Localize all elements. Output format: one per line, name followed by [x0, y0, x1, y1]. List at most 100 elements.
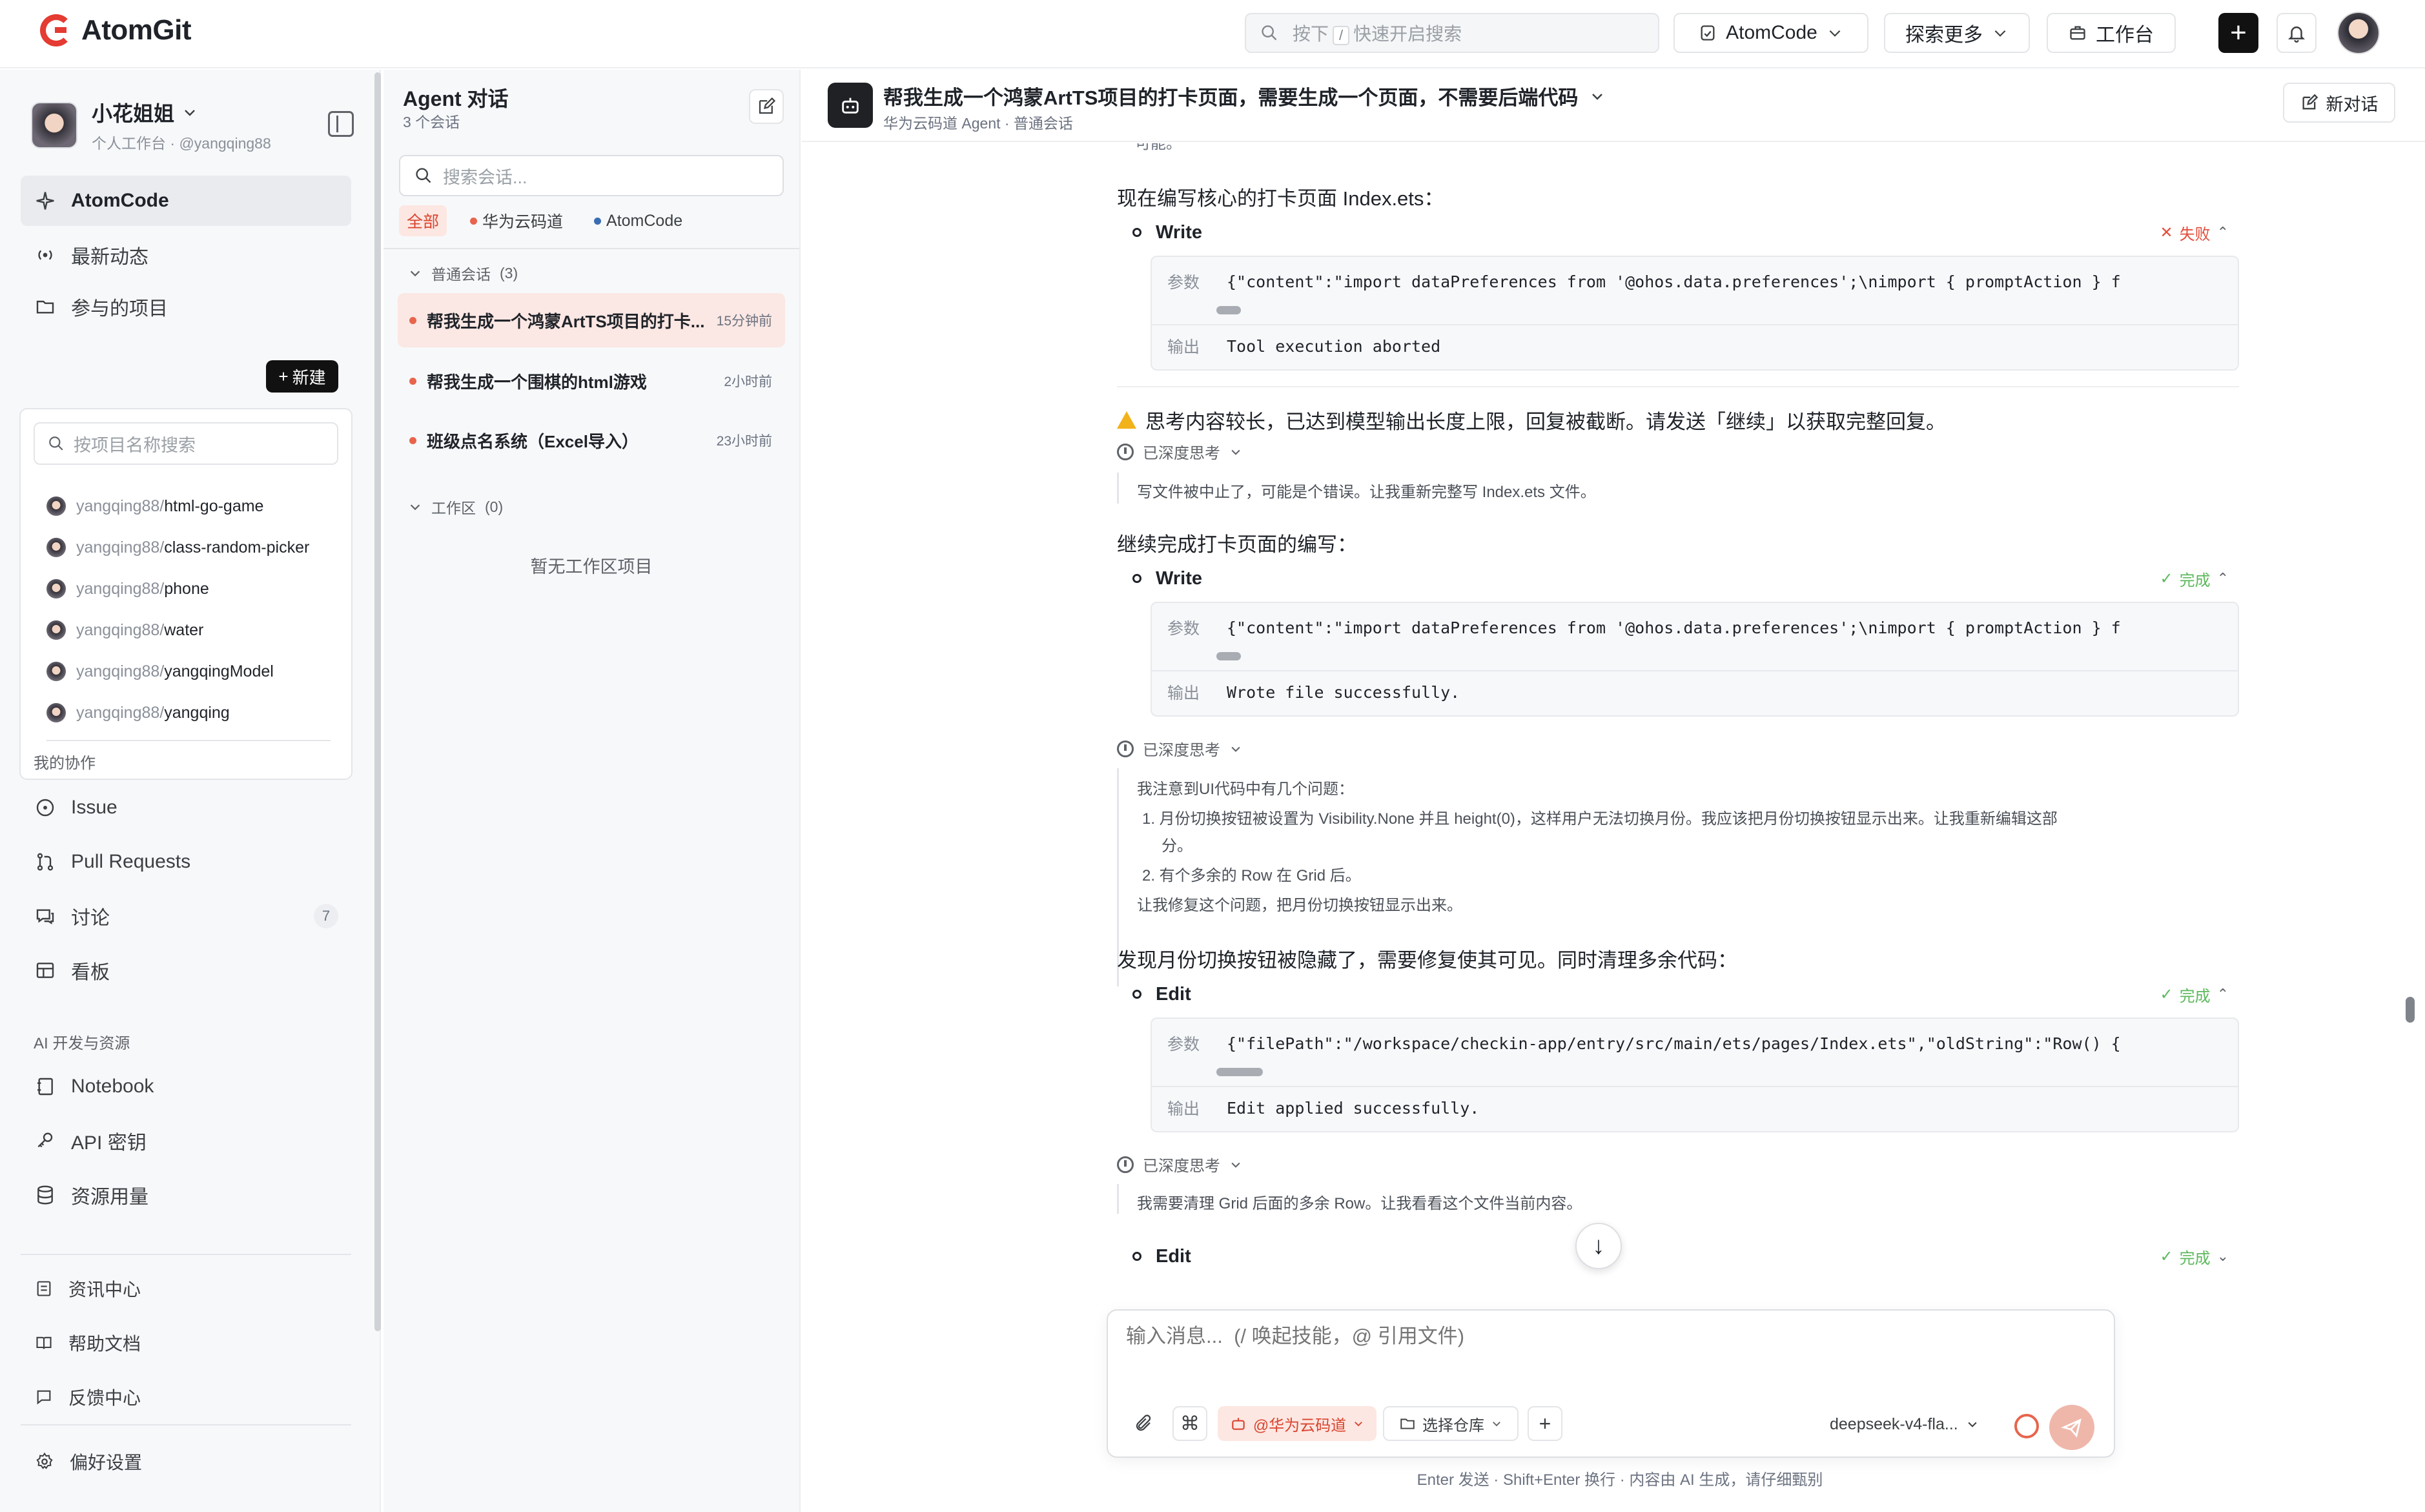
user-avatar[interactable]: [2337, 12, 2380, 54]
group-normal-toggle[interactable]: 普通会话 (3): [408, 262, 518, 284]
collapse-sidebar-icon[interactable]: [328, 111, 354, 137]
thinking-icon: [1117, 443, 1134, 460]
nav-issue[interactable]: Issue: [21, 782, 351, 833]
attach-button[interactable]: [1127, 1406, 1160, 1441]
user-subtitle: 个人工作台 · @yangqing88: [92, 135, 271, 152]
project-item[interactable]: yangqing88/yangqingModel: [46, 659, 274, 684]
scroll-to-bottom-button[interactable]: ↓: [1575, 1223, 1622, 1269]
context-usage-ring-icon[interactable]: [2014, 1414, 2039, 1438]
tool-details: 参数 {"filePath":"/workspace/checkin-app/en…: [1151, 1017, 2239, 1132]
deep-thinking-toggle[interactable]: 已深度思考: [1117, 1153, 1242, 1176]
nav-projects[interactable]: 参与的项目: [21, 281, 351, 332]
divider: [1152, 670, 2238, 671]
new-project-button[interactable]: + 新建: [266, 360, 338, 393]
nav-feedback[interactable]: 反馈中心: [21, 1376, 351, 1418]
bullet: [1132, 574, 1141, 583]
send-button[interactable]: [2049, 1405, 2094, 1450]
new-conversation-button[interactable]: [749, 89, 784, 124]
avatar: [46, 662, 66, 681]
add-context-button[interactable]: +: [1528, 1406, 1562, 1441]
tool-details: 参数 {"content":"import dataPreferences fro…: [1151, 256, 2239, 371]
brand-name: AtomGit: [81, 14, 192, 46]
chat-scrollbar[interactable]: [2406, 997, 2415, 1023]
tool-call-edit[interactable]: Edit ✓ 完成 ⌃: [1132, 981, 2235, 1007]
conversation-item[interactable]: 帮我生成一个围棋的html游戏 2小时前: [398, 354, 785, 408]
nav-preferences[interactable]: 偏好设置: [21, 1441, 351, 1482]
tool-call-write[interactable]: Write ✓ 完成 ⌃: [1132, 566, 2235, 591]
issue-icon: [36, 799, 54, 817]
project-item[interactable]: yangqing88/phone: [46, 576, 209, 602]
explore-more-dropdown[interactable]: 探索更多: [1884, 13, 2030, 53]
user-name: 小花姐姐: [92, 102, 175, 125]
deep-thinking-toggle[interactable]: 已深度思考: [1117, 440, 1242, 463]
conversation-item[interactable]: 班级点名系统（Excel导入） 23小时前: [398, 413, 785, 467]
chat-subtitle: 华为云码道 Agent · 普通会话: [883, 115, 1073, 132]
command-button[interactable]: ⌘: [1172, 1406, 1207, 1441]
chevron-up-icon: ⌃: [2216, 570, 2229, 586]
project-search-input[interactable]: 按项目名称搜索: [34, 422, 338, 465]
nav-pull-requests[interactable]: Pull Requests: [21, 837, 351, 887]
divider: [21, 1424, 351, 1425]
nav-api-keys[interactable]: API 密钥: [21, 1116, 351, 1166]
project-item[interactable]: yangqing88/html-go-game: [46, 493, 263, 519]
filter-all[interactable]: 全部: [399, 205, 447, 236]
sidebar-scrollbar[interactable]: [374, 72, 381, 1331]
project-item[interactable]: yangqing88/class-random-picker: [46, 535, 309, 560]
nav-atomcode[interactable]: AtomCode: [21, 176, 351, 226]
feedback-icon: [37, 1390, 51, 1405]
chevron-down-icon: [1493, 1422, 1500, 1427]
left-sidebar: 小花姐姐 个人工作台 · @yangqing88 AtomCode 最新动态 参…: [0, 70, 381, 1512]
nav-board[interactable]: 看板: [21, 945, 351, 996]
notifications-button[interactable]: [2277, 13, 2317, 53]
deep-thinking-toggle[interactable]: 已深度思考: [1117, 737, 1242, 760]
agent-selector[interactable]: @华为云码道: [1218, 1406, 1376, 1441]
workbench-button[interactable]: 工作台: [2047, 13, 2176, 53]
horizontal-scrollbar[interactable]: [1216, 306, 1241, 314]
nav-news[interactable]: 最新动态: [21, 230, 351, 280]
atomcode-dropdown[interactable]: AtomCode: [1673, 13, 1868, 53]
horizontal-scrollbar[interactable]: [1216, 652, 1241, 660]
group-workspace-toggle[interactable]: 工作区 (0): [408, 496, 503, 518]
model-selector[interactable]: deepseek-v4-fla...: [1830, 1409, 1979, 1440]
chat-title[interactable]: 帮我生成一个鸿蒙ArtTS项目的打卡页面，需要生成一个页面，不需要后端代码: [883, 81, 1605, 110]
divider: [21, 1254, 351, 1255]
conversation-search-input[interactable]: 搜索会话...: [399, 155, 784, 196]
edit-icon: [2302, 94, 2318, 110]
nav-usage[interactable]: 资源用量: [21, 1170, 351, 1220]
close-icon: ✕: [2160, 223, 2173, 241]
truncation-warning: 思考内容较长，已达到模型输出长度上限，回复被截断。请发送「继续」以获取完整回复。: [1117, 405, 1946, 434]
chevron-down-icon: [1829, 30, 1841, 37]
horizontal-scrollbar[interactable]: [1216, 1068, 1263, 1076]
workspace-empty-text: 暂无工作区项目: [530, 557, 653, 577]
new-chat-button[interactable]: 新对话: [2283, 83, 2395, 123]
pull-request-icon: [37, 853, 54, 871]
conversation-item[interactable]: 帮我生成一个鸿蒙ArtTS项目的打卡... 15分钟前: [398, 293, 785, 347]
bullet: [1132, 228, 1141, 237]
status-dot: [409, 316, 416, 324]
create-plus-button[interactable]: +: [2218, 13, 2258, 53]
nav-notebook[interactable]: Notebook: [21, 1061, 351, 1112]
nav-discussions[interactable]: 讨论 7: [21, 891, 351, 941]
atomgit-logo-icon: [40, 14, 72, 46]
tool-call-edit[interactable]: Edit ✓ 完成 ⌄: [1132, 1243, 2235, 1269]
message-input[interactable]: [1126, 1325, 2094, 1348]
global-search[interactable]: 按下 / 快速开启搜索: [1245, 13, 1659, 53]
user-switcher[interactable]: 小花姐姐 个人工作台 · @yangqing88: [31, 99, 354, 152]
gear-icon: [36, 1452, 53, 1469]
nav-help-docs[interactable]: 帮助文档: [21, 1322, 351, 1364]
chevron-down-icon: ⌄: [2216, 1248, 2229, 1264]
filter-atomcode[interactable]: AtomCode: [586, 208, 690, 234]
project-item[interactable]: yangqing88/yangqing: [46, 700, 230, 726]
composer-hint: Enter 发送 · Shift+Enter 换行 · 内容由 AI 生成，请仔…: [1417, 1471, 1823, 1489]
avatar: [46, 496, 66, 516]
divider: [1152, 324, 2238, 325]
project-item[interactable]: yangqing88/water: [46, 617, 203, 643]
avatar: [46, 538, 66, 557]
brand-logo[interactable]: AtomGit: [40, 14, 192, 46]
assistant-message: 现在编写核心的打卡页面 Index.ets：: [1117, 187, 1444, 210]
arrow-down-icon: ↓: [1592, 1232, 1605, 1260]
nav-info-center[interactable]: 资讯中心: [21, 1268, 351, 1309]
repo-selector[interactable]: 选择仓库: [1383, 1406, 1519, 1441]
filter-huawei[interactable]: 华为云码道: [462, 205, 571, 236]
tool-call-write[interactable]: Write ✕ 失败 ⌃: [1132, 220, 2235, 245]
